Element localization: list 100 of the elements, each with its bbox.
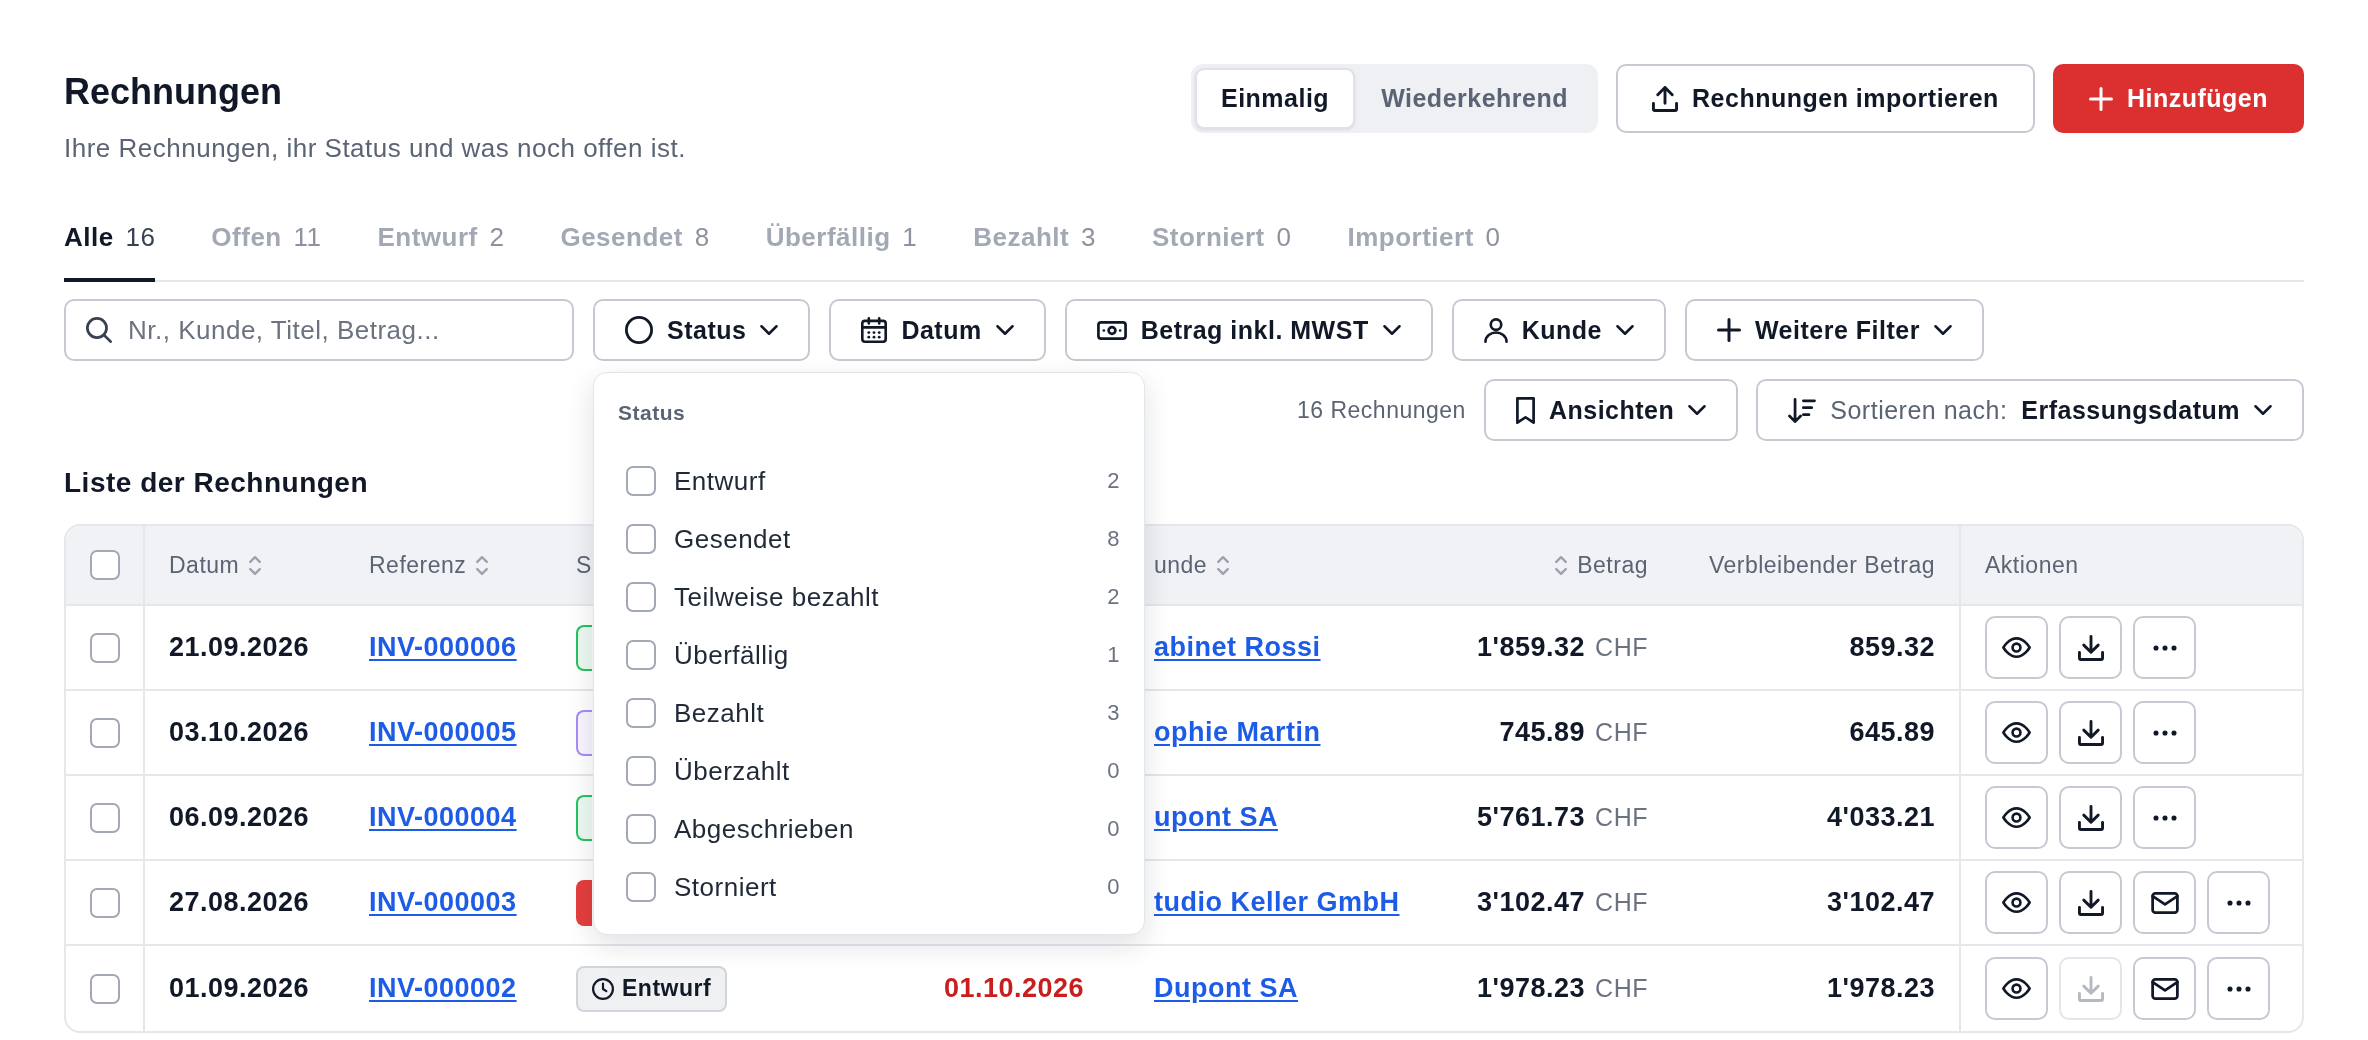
view-button[interactable]	[1985, 871, 2048, 934]
option-label[interactable]: Abgeschrieben	[674, 813, 854, 845]
download-button[interactable]	[2059, 871, 2122, 934]
option-count: 2	[1107, 468, 1120, 494]
checkbox[interactable]	[89, 717, 120, 748]
checkbox[interactable]	[89, 973, 120, 1004]
due-date: 01.10.2026	[944, 973, 1085, 1004]
filter-button[interactable]: Status	[593, 299, 811, 361]
option-label[interactable]: Überzahlt	[674, 755, 790, 787]
checkbox[interactable]	[626, 466, 656, 496]
reference-link[interactable]: INV-000003	[369, 887, 517, 918]
filter-button[interactable]: Betrag inkl. MWST	[1064, 299, 1433, 361]
filter-tab[interactable]: Bezahlt 3	[973, 220, 1096, 282]
download-button[interactable]	[2059, 701, 2122, 764]
reference-link[interactable]: INV-000004	[369, 802, 517, 833]
column-header: Datum	[169, 551, 240, 579]
customer-link[interactable]: ophie Martin	[1154, 717, 1321, 748]
filter-tab[interactable]: Entwurf 2	[377, 220, 505, 282]
option-label[interactable]: Entwurf	[674, 465, 766, 497]
email-button[interactable]	[2133, 957, 2196, 1020]
mode-option[interactable]: Wiederkehrend	[1355, 68, 1595, 129]
sort-arrows-icon[interactable]	[1555, 555, 1568, 575]
chevron-down-icon	[1688, 405, 1707, 415]
option-label[interactable]: Bezahlt	[674, 697, 765, 729]
search-field[interactable]: Nr., Kunde, Titel, Betrag...	[64, 299, 574, 361]
customer-link[interactable]: upont SA	[1154, 802, 1278, 833]
section-title: Liste der Rechnungen	[64, 466, 369, 500]
customer-link[interactable]: abinet Rossi	[1154, 632, 1321, 663]
view-button[interactable]	[1985, 616, 2048, 679]
filter-button[interactable]: Datum	[829, 299, 1046, 361]
view-button[interactable]	[1985, 957, 2048, 1020]
reference-link[interactable]: INV-000002	[369, 973, 517, 1004]
option-count: 8	[1107, 526, 1120, 552]
download-icon	[2077, 889, 2104, 916]
checkbox[interactable]	[626, 524, 656, 554]
dropdown-heading: Status	[618, 400, 686, 426]
column-header: Betrag	[1577, 551, 1648, 579]
remaining-amount: 1'978.23	[1826, 973, 1935, 1004]
option-count: 1	[1107, 642, 1120, 668]
mode-option[interactable]: Einmalig	[1194, 68, 1356, 129]
download-icon	[2077, 804, 2104, 831]
checkbox[interactable]	[626, 814, 656, 844]
checkbox[interactable]	[89, 550, 120, 580]
checkbox[interactable]	[626, 872, 656, 902]
column-header: Referenz	[369, 551, 467, 579]
filter-tab[interactable]: Gesendet 8	[560, 220, 710, 282]
ellipsis-icon	[2152, 644, 2177, 651]
reference-link[interactable]: INV-000006	[369, 632, 517, 663]
sort-arrows-icon[interactable]	[1217, 555, 1230, 575]
more-button[interactable]	[2207, 957, 2270, 1020]
remaining-amount: 859.32	[1849, 632, 1935, 663]
option-count: 0	[1107, 816, 1120, 842]
sort-arrows-icon[interactable]	[249, 555, 262, 575]
envelope-icon	[2150, 977, 2179, 1000]
checkbox[interactable]	[89, 632, 120, 663]
download-button[interactable]	[2059, 616, 2122, 679]
checkbox[interactable]	[626, 698, 656, 728]
more-button[interactable]	[2133, 701, 2196, 764]
chevron-down-icon	[1382, 325, 1401, 335]
option-label[interactable]: Storniert	[674, 871, 777, 903]
more-button[interactable]	[2133, 616, 2196, 679]
sort-button[interactable]: Sortieren nach: Erfassungsdatum	[1756, 379, 2304, 441]
option-label[interactable]: Teilweise bezahlt	[674, 581, 880, 613]
views-button[interactable]: Ansichten	[1483, 379, 1739, 441]
bookmark-icon	[1515, 396, 1535, 424]
reference-link[interactable]: INV-000005	[369, 717, 517, 748]
checkbox[interactable]	[626, 756, 656, 786]
option-label[interactable]: Überfällig	[674, 639, 789, 671]
checkbox[interactable]	[626, 582, 656, 612]
filter-button[interactable]: Weitere Filter	[1684, 299, 1984, 361]
filter-tab[interactable]: Storniert 0	[1151, 220, 1292, 282]
filter-tab[interactable]: Alle 16	[64, 220, 156, 282]
filter-tab[interactable]: Überfällig 1	[765, 220, 918, 282]
circle-icon	[625, 316, 653, 344]
invoice-date: 01.09.2026	[169, 973, 310, 1004]
customer-link[interactable]: Dupont SA	[1154, 973, 1298, 1004]
filter-button[interactable]: Kunde	[1451, 299, 1666, 361]
checkbox[interactable]	[89, 802, 120, 833]
customer-link[interactable]: tudio Keller GmbH	[1154, 887, 1400, 918]
view-button[interactable]	[1985, 701, 2048, 764]
download-icon	[2077, 719, 2104, 746]
page-title: Rechnungen	[64, 70, 283, 114]
checkbox[interactable]	[89, 887, 120, 918]
sort-icon	[1788, 397, 1817, 423]
email-button[interactable]	[2133, 871, 2196, 934]
download-button[interactable]	[2059, 786, 2122, 849]
option-count: 0	[1107, 874, 1120, 900]
view-button[interactable]	[1985, 786, 2048, 849]
option-label[interactable]: Gesendet	[674, 523, 791, 555]
import-button[interactable]: Rechnungen importieren	[1616, 64, 2035, 133]
ellipsis-icon	[2152, 814, 2177, 821]
more-button[interactable]	[2207, 871, 2270, 934]
download-icon	[2077, 975, 2104, 1002]
currency-label: CHF	[1595, 718, 1648, 747]
filter-tab[interactable]: Importiert 0	[1347, 220, 1501, 282]
more-button[interactable]	[2133, 786, 2196, 849]
checkbox[interactable]	[626, 640, 656, 670]
filter-tab[interactable]: Offen 11	[211, 220, 322, 282]
add-button[interactable]: Hinzufügen	[2052, 64, 2304, 133]
sort-arrows-icon[interactable]	[476, 555, 489, 575]
